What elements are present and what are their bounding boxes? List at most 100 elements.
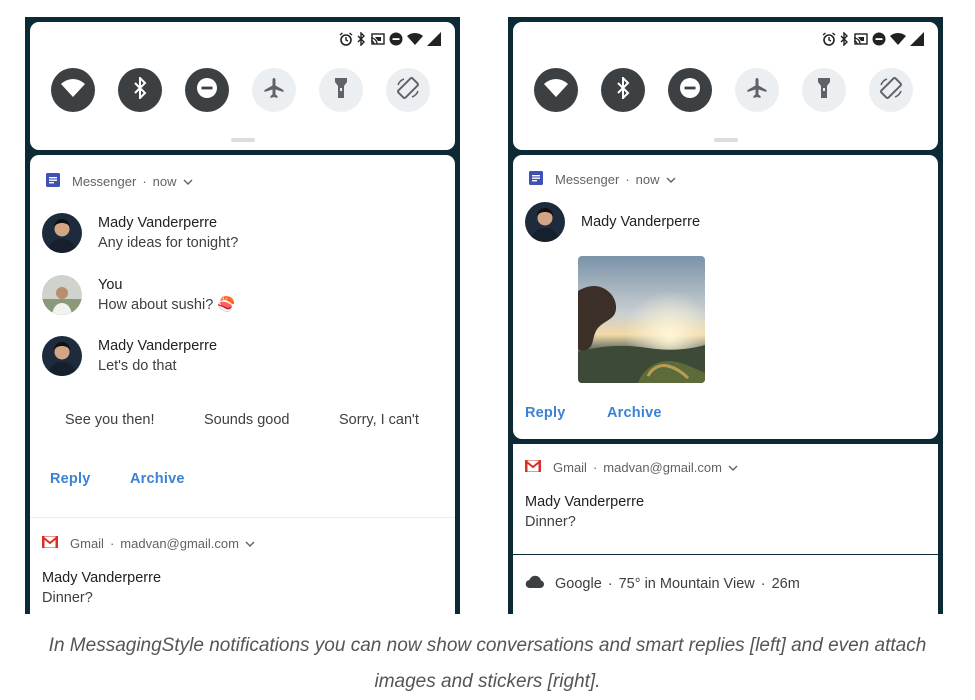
alarm-icon — [822, 32, 836, 46]
notification-time: 26m — [771, 576, 800, 592]
flashlight-icon — [817, 77, 831, 104]
archive-button[interactable]: Archive — [607, 405, 662, 421]
status-bar — [339, 31, 441, 47]
message-text: How about sushi? 🍣 — [98, 297, 236, 313]
left-phone-screen: Messenger · now Mady Vanderperre Any ide… — [25, 17, 460, 614]
do-not-disturb-tile[interactable] — [185, 68, 229, 112]
avatar — [525, 202, 565, 242]
signal-icon — [427, 32, 441, 46]
messenger-notification[interactable]: Messenger · now Mady Vanderperre Any ide… — [30, 155, 455, 614]
quick-settings-panel — [513, 22, 938, 150]
smart-reply-chip[interactable]: Sounds good — [204, 412, 289, 428]
airplane-tile[interactable] — [252, 68, 296, 112]
cast-icon — [853, 32, 868, 46]
auto-rotate-icon — [396, 76, 420, 105]
wifi-tile[interactable] — [534, 68, 578, 112]
alarm-icon — [339, 32, 353, 46]
weather-text: 75° in Mountain View — [618, 576, 755, 592]
message-sender: Mady Vanderperre — [98, 215, 218, 231]
message-sender: Mady Vanderperre — [581, 214, 701, 230]
attached-image[interactable] — [578, 256, 705, 383]
gmail-content[interactable]: Mady Vanderperre Dinner? — [42, 568, 161, 608]
notification-header: Messenger · now — [46, 173, 193, 190]
gmail-content: Mady Vanderperre Dinner? — [525, 492, 644, 532]
notification-header: Messenger · now — [529, 171, 676, 188]
flashlight-tile[interactable] — [319, 68, 363, 112]
cloud-icon — [525, 575, 545, 593]
notification-time: now — [635, 172, 660, 187]
auto-rotate-tile[interactable] — [869, 68, 913, 112]
gmail-notification-header[interactable]: Gmail · madvan@gmail.com — [41, 535, 255, 551]
account-email: madvan@gmail.com — [120, 536, 239, 551]
auto-rotate-tile[interactable] — [386, 68, 430, 112]
messenger-app-icon — [46, 173, 60, 190]
flashlight-tile[interactable] — [802, 68, 846, 112]
message-row: Mady Vanderperre — [525, 202, 700, 242]
smart-reply-chip[interactable]: See you then! — [65, 412, 155, 428]
bluetooth-icon — [133, 75, 147, 104]
airplane-icon — [263, 77, 285, 104]
weather-notification[interactable]: Google · 75° in Mountain View · 26m — [513, 555, 938, 614]
bluetooth-tile[interactable] — [601, 68, 645, 112]
message-sender: Mady Vanderperre — [98, 338, 218, 354]
drag-handle[interactable] — [230, 138, 255, 142]
header-separator: · — [760, 576, 766, 592]
gmail-notification-header: Gmail · madvan@gmail.com — [524, 459, 738, 475]
right-phone-screen: Messenger · now Mady Vanderperre Reply A… — [508, 17, 943, 614]
app-name: Messenger — [555, 172, 620, 187]
wifi-status-icon — [407, 32, 423, 46]
do-not-disturb-icon — [196, 77, 218, 104]
quick-settings-panel — [30, 22, 455, 150]
drag-handle[interactable] — [713, 138, 738, 142]
email-sender: Mady Vanderperre — [42, 570, 162, 586]
header-separator: · — [592, 460, 598, 475]
header-separator: · — [625, 172, 630, 187]
smart-reply-chip[interactable]: Sorry, I can't — [339, 412, 419, 428]
expand-chevron-icon[interactable] — [183, 174, 193, 189]
app-name: Gmail — [70, 536, 104, 551]
flashlight-icon — [334, 77, 348, 104]
message-text: Any ideas for tonight? — [98, 235, 239, 251]
wifi-tile[interactable] — [51, 68, 95, 112]
do-not-disturb-tile[interactable] — [668, 68, 712, 112]
header-separator: · — [109, 536, 115, 551]
dnd-status-icon — [872, 32, 886, 46]
signal-icon — [910, 32, 924, 46]
email-sender: Mady Vanderperre — [525, 494, 645, 510]
notification-time: now — [152, 174, 177, 189]
gmail-icon — [41, 535, 59, 551]
messenger-notification[interactable]: Messenger · now Mady Vanderperre Reply A… — [513, 155, 938, 439]
avatar — [42, 336, 82, 376]
reply-button[interactable]: Reply — [50, 471, 91, 487]
bluetooth-status-icon — [840, 31, 849, 47]
app-name: Messenger — [72, 174, 137, 189]
gmail-notification[interactable]: Gmail · madvan@gmail.com Mady Vanderperr… — [513, 444, 938, 554]
bluetooth-tile[interactable] — [118, 68, 162, 112]
status-bar — [822, 31, 924, 47]
message-row: Mady Vanderperre Any ideas for tonight? — [42, 213, 238, 253]
expand-chevron-icon[interactable] — [728, 460, 738, 475]
header-separator: · — [142, 174, 147, 189]
bluetooth-status-icon — [357, 31, 366, 47]
figure-caption: In MessagingStyle notifications you can … — [0, 628, 975, 700]
expand-chevron-icon[interactable] — [666, 172, 676, 187]
message-row: You How about sushi? 🍣 — [42, 275, 235, 315]
dnd-status-icon — [389, 32, 403, 46]
do-not-disturb-icon — [679, 77, 701, 104]
reply-button[interactable]: Reply — [525, 405, 566, 421]
caption-line-1: In MessagingStyle notifications you can … — [48, 635, 927, 656]
auto-rotate-icon — [879, 76, 903, 105]
cast-icon — [370, 32, 385, 46]
email-subject: Dinner? — [42, 590, 93, 606]
archive-button[interactable]: Archive — [130, 471, 185, 487]
wifi-icon — [61, 78, 85, 103]
bluetooth-icon — [616, 75, 630, 104]
caption-line-2: images and stickers [right]. — [374, 671, 601, 692]
message-text: Let's do that — [98, 358, 177, 374]
expand-chevron-icon[interactable] — [245, 536, 255, 551]
weather-header: Google · 75° in Mountain View · 26m — [525, 575, 800, 593]
divider — [30, 517, 455, 518]
avatar — [42, 275, 82, 315]
airplane-tile[interactable] — [735, 68, 779, 112]
message-row: Mady Vanderperre Let's do that — [42, 336, 217, 376]
